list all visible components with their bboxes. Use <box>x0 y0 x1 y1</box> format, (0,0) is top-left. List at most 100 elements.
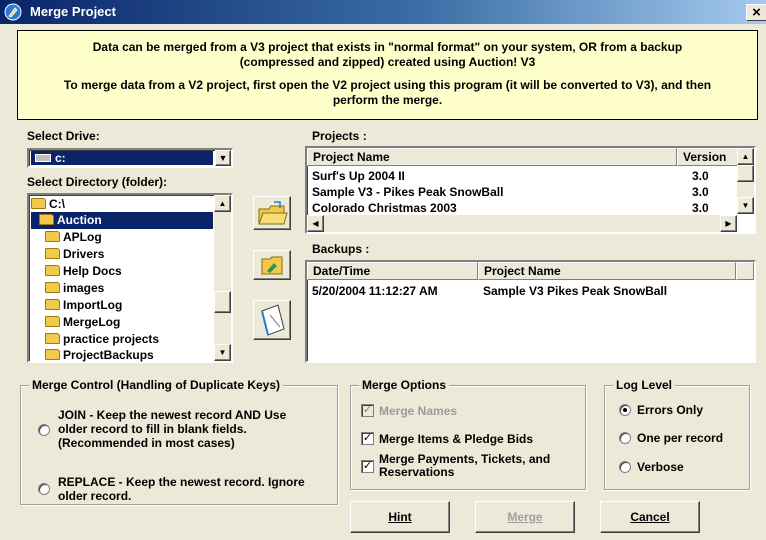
projects-vscrollbar[interactable]: ▲ ▼ <box>737 148 754 214</box>
dir-item-aplog[interactable]: APLog <box>31 229 213 246</box>
drive-value-text: c: <box>55 151 66 165</box>
replace-label[interactable]: REPLACE - Keep the newest record. Ignore… <box>58 475 318 503</box>
one-per-record-label[interactable]: One per record <box>637 431 723 445</box>
dir-item-projectbackups[interactable]: ProjectBackups <box>31 347 213 364</box>
merge-names-label[interactable]: Merge Names <box>379 404 457 418</box>
col-project-name[interactable]: Project Name <box>307 148 677 166</box>
project-row-name[interactable]: Surf's Up 2004 II <box>312 168 405 184</box>
merge-items-label[interactable]: Merge Items & Pledge Bids <box>379 432 533 446</box>
folder-open-icon <box>31 198 46 209</box>
join-label[interactable]: JOIN - Keep the newest record AND Use ol… <box>58 408 318 450</box>
folder-icon <box>45 316 60 327</box>
scroll-up-icon[interactable]: ▲ <box>737 148 754 165</box>
hint-button-label: Hint <box>388 510 412 524</box>
dir-label: ImportLog <box>63 298 123 312</box>
merge-options-group: Merge Options ✓ Merge Names ✓ Merge Item… <box>350 378 586 490</box>
col-filler <box>736 262 754 280</box>
verbose-radio[interactable] <box>619 461 631 473</box>
col-version[interactable]: Version <box>677 148 739 166</box>
folder-icon <box>45 349 60 360</box>
merge-button[interactable]: Merge <box>475 501 575 533</box>
merge-items-checkbox[interactable]: ✓ <box>361 432 374 445</box>
open-folder-icon <box>258 201 288 225</box>
app-icon <box>4 3 22 21</box>
select-directory-label: Select Directory (folder): <box>27 175 168 189</box>
folder-icon <box>45 248 60 259</box>
folder-icon <box>45 333 60 344</box>
dir-item-importlog[interactable]: ImportLog <box>31 297 213 314</box>
merge-payments-checkbox[interactable]: ✓ <box>361 460 374 473</box>
open-project-button[interactable] <box>253 196 291 230</box>
merge-payments-label[interactable]: Merge Payments, Tickets, and Reservation… <box>379 453 579 479</box>
select-drive-label: Select Drive: <box>27 129 100 143</box>
backup-row-datetime[interactable]: 5/20/2004 11:12:27 AM <box>312 283 438 299</box>
drive-select[interactable]: c: ▼ <box>27 148 233 168</box>
folder-icon <box>45 299 60 310</box>
join-radio[interactable] <box>38 424 50 436</box>
directory-scrollbar[interactable]: ▲ ▼ <box>214 195 231 361</box>
project-row-version: 3.0 <box>692 185 709 199</box>
close-button[interactable]: × <box>746 4 766 21</box>
dir-item-images[interactable]: images <box>31 280 213 297</box>
dir-label: Drivers <box>63 247 105 261</box>
dir-item-auction[interactable]: Auction <box>31 212 213 229</box>
backups-table[interactable]: Date/Time Project Name 5/20/2004 11:12:2… <box>305 260 756 363</box>
errors-only-label[interactable]: Errors Only <box>637 403 703 417</box>
log-level-group: Log Level Errors Only One per record Ver… <box>604 378 750 490</box>
log-level-title: Log Level <box>613 378 676 392</box>
verbose-label[interactable]: Verbose <box>637 460 684 474</box>
dir-label: practice projects <box>63 332 160 346</box>
backup-folder-icon <box>261 256 283 275</box>
folder-icon <box>45 282 60 293</box>
scroll-up-icon[interactable]: ▲ <box>214 195 231 212</box>
project-row-name[interactable]: Colorado Christmas 2003 <box>312 200 457 216</box>
col-backup-project-name[interactable]: Project Name <box>478 262 736 280</box>
cancel-button[interactable]: Cancel <box>600 501 700 533</box>
directory-list[interactable]: C:\ Auction APLog Drivers Help Docs imag… <box>27 193 233 363</box>
scroll-down-icon[interactable]: ▼ <box>214 344 231 361</box>
merge-names-checkbox[interactable]: ✓ <box>361 404 374 417</box>
dir-label: C:\ <box>49 197 65 211</box>
hint-button[interactable]: Hint <box>350 501 450 533</box>
info-text-v2: To merge data from a V2 project, first o… <box>63 78 712 107</box>
projects-hscrollbar[interactable]: ◀ ▶ <box>307 215 737 232</box>
scroll-right-icon[interactable]: ▶ <box>720 215 737 232</box>
project-row-version: 3.0 <box>692 169 709 183</box>
dir-label: ProjectBackups <box>63 348 154 362</box>
open-backup-button[interactable] <box>253 250 291 280</box>
folder-icon <box>45 265 60 276</box>
dir-label: MergeLog <box>63 315 121 329</box>
scroll-thumb[interactable] <box>214 291 231 313</box>
scroll-thumb[interactable] <box>737 165 754 182</box>
folder-open-icon <box>39 214 54 225</box>
dir-label: images <box>63 281 105 295</box>
info-box: Data can be merged from a V3 project tha… <box>17 30 758 120</box>
backup-row-name[interactable]: Sample V3 Pikes Peak SnowBall <box>483 283 667 299</box>
title-bar: Merge Project × <box>0 0 766 24</box>
replace-radio[interactable] <box>38 483 50 495</box>
dir-item-mergelog[interactable]: MergeLog <box>31 314 213 331</box>
projects-label: Projects : <box>312 129 367 143</box>
browse-button[interactable] <box>253 300 291 340</box>
col-date-time[interactable]: Date/Time <box>307 262 478 280</box>
drive-value: c: <box>31 151 213 165</box>
errors-only-radio[interactable] <box>619 404 631 416</box>
cancel-button-label: Cancel <box>630 510 670 524</box>
one-per-record-radio[interactable] <box>619 432 631 444</box>
dir-item-root[interactable]: C:\ <box>31 196 213 213</box>
dir-label: APLog <box>63 230 102 244</box>
window-title: Merge Project <box>30 4 116 19</box>
dir-label: Auction <box>57 213 102 227</box>
merge-options-title: Merge Options <box>359 378 450 392</box>
info-text-v3: Data can be merged from a V3 project tha… <box>92 40 683 69</box>
scroll-left-icon[interactable]: ◀ <box>307 215 324 232</box>
dir-item-drivers[interactable]: Drivers <box>31 246 213 263</box>
dir-item-help-docs[interactable]: Help Docs <box>31 263 213 280</box>
dropdown-arrow-icon[interactable]: ▼ <box>215 150 231 166</box>
folder-icon <box>45 231 60 242</box>
dir-item-practice-projects[interactable]: practice projects <box>31 331 213 348</box>
project-row-name[interactable]: Sample V3 - Pikes Peak SnowBall <box>312 184 503 200</box>
scroll-down-icon[interactable]: ▼ <box>737 197 754 214</box>
projects-table[interactable]: Project Name Version Surf's Up 2004 II 3… <box>305 146 756 234</box>
merge-control-title: Merge Control (Handling of Duplicate Key… <box>29 378 284 392</box>
